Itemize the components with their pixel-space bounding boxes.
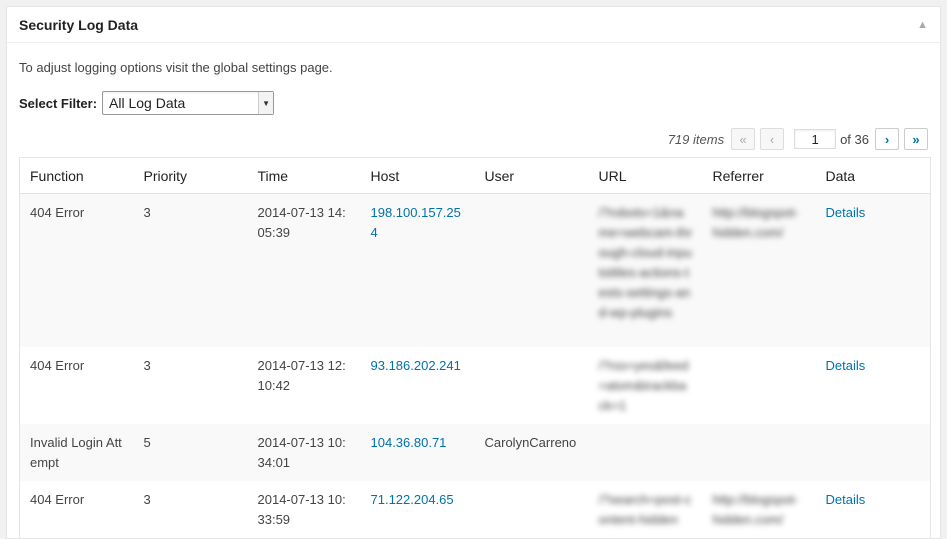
table-row: 404 Error 3 2014-07-13 10:33:59 71.122.2… [19, 480, 931, 539]
cell-referrer: http://blogspot-hidden.com/ [712, 491, 799, 527]
cell-data: Details [816, 194, 931, 347]
filter-row: Select Filter: All Log Data ▼ [19, 91, 928, 115]
host-link[interactable]: 104.36.80.71 [371, 435, 447, 450]
next-page-button[interactable]: › [875, 128, 899, 150]
cell-user [475, 481, 589, 539]
cell-user [475, 347, 589, 424]
cell-url: /?robots=1&name=webcam-through-cloud-inp… [598, 205, 693, 320]
filter-select[interactable]: All Log Data ▼ [102, 91, 275, 115]
cell-time: 2014-07-13 10:34:01 [257, 434, 346, 470]
item-count: 719 items [667, 131, 725, 147]
cell-function: 404 Error [30, 205, 85, 220]
column-header-priority[interactable]: Priority [133, 157, 248, 194]
cell-data: Details [816, 481, 931, 539]
cell-function: 404 Error [30, 357, 85, 373]
cell-time: 2014-07-13 14:05:39 [257, 205, 346, 240]
current-page-input[interactable] [794, 129, 837, 149]
host-link[interactable]: 198.100.157.254 [371, 205, 461, 240]
details-link[interactable]: Details [826, 205, 866, 220]
first-page-button[interactable]: « [731, 128, 756, 150]
pagination: 719 items « ‹ of 36 › » [19, 127, 928, 151]
column-header-url[interactable]: URL [588, 157, 703, 194]
collapse-arrow-icon[interactable]: ▲ [917, 19, 928, 31]
cell-time: 2014-07-13 12:10:42 [257, 357, 346, 393]
cell-priority: 3 [143, 357, 151, 373]
cell-data: Details [816, 347, 931, 424]
cell-url: /?rss=yes&feed=atom&trackback=1 [598, 357, 689, 413]
cell-url [589, 424, 703, 481]
column-header-time[interactable]: Time [247, 157, 361, 194]
prev-page-button[interactable]: ‹ [760, 128, 785, 150]
cell-host: 198.100.157.254 [361, 194, 475, 347]
details-link[interactable]: Details [826, 492, 866, 507]
cell-function: Invalid Login Attempt [30, 434, 122, 470]
security-log-panel: Security Log Data ▲ To adjust logging op… [6, 6, 941, 539]
host-link[interactable]: 71.122.204.65 [371, 492, 454, 507]
filter-select-value: All Log Data [109, 95, 186, 111]
table-row: Invalid Login Attempt 5 2014-07-13 10:34… [19, 423, 931, 481]
total-pages: of 36 [840, 131, 869, 147]
host-link[interactable]: 93.186.202.241 [371, 358, 461, 373]
cell-url: /?search=post-content-hidden [598, 491, 692, 527]
cell-priority: 3 [143, 205, 151, 220]
panel-header[interactable]: Security Log Data ▲ [7, 7, 940, 43]
filter-label: Select Filter: [19, 95, 98, 111]
column-header-host[interactable]: Host [360, 157, 475, 194]
log-table: Function Priority Time Host User URL Ref… [19, 157, 931, 539]
cell-host: 71.122.204.65 [361, 481, 475, 539]
cell-data [816, 424, 931, 481]
cell-priority: 5 [143, 434, 151, 450]
cell-referrer: http://blogspot-hidden.com/ [712, 205, 799, 240]
table-header-row: Function Priority Time Host User URL Ref… [19, 157, 931, 194]
cell-host: 104.36.80.71 [361, 424, 475, 481]
column-header-user[interactable]: User [474, 157, 589, 194]
intro-text: To adjust logging options visit the glob… [19, 60, 333, 75]
table-row: 404 Error 3 2014-07-13 12:10:42 93.186.2… [19, 346, 931, 424]
last-page-button[interactable]: » [904, 128, 928, 150]
cell-user [475, 194, 589, 347]
cell-referrer [703, 347, 816, 424]
panel-title: Security Log Data [19, 16, 139, 33]
dropdown-arrow-icon: ▼ [258, 92, 274, 114]
cell-time: 2014-07-13 10:33:59 [257, 491, 346, 527]
panel-body: To adjust logging options visit the glob… [7, 60, 940, 539]
cell-host: 93.186.202.241 [361, 347, 475, 424]
column-header-data[interactable]: Data [815, 157, 931, 194]
cell-priority: 3 [143, 491, 151, 507]
table-row: 404 Error 3 2014-07-13 14:05:39 198.100.… [19, 193, 931, 347]
cell-function: 404 Error [30, 491, 85, 507]
column-header-referrer[interactable]: Referrer [702, 157, 816, 194]
column-header-function[interactable]: Function [19, 157, 134, 194]
details-link[interactable]: Details [826, 358, 866, 373]
cell-referrer [703, 424, 816, 481]
cell-user: CarolynCarreno [484, 434, 577, 450]
